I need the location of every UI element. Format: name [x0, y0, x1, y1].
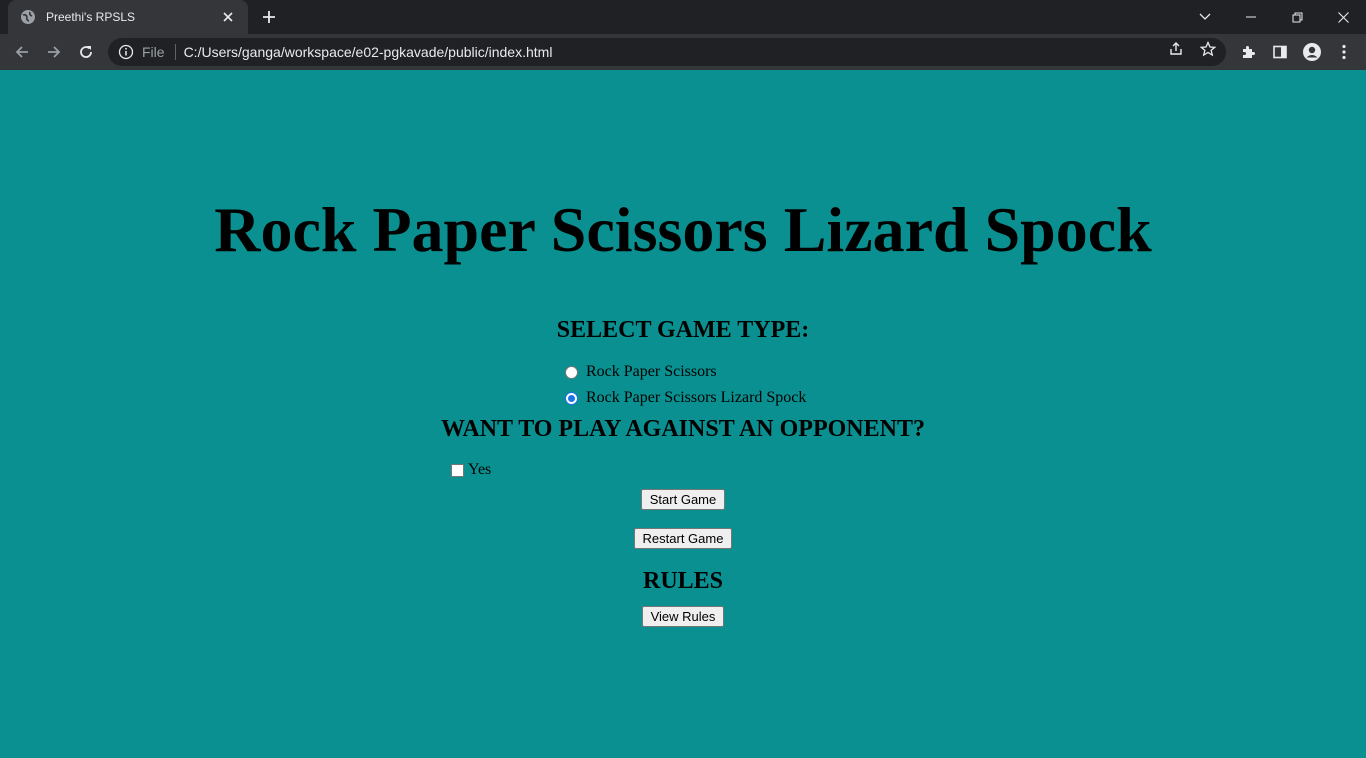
game-type-heading: SELECT GAME TYPE: [556, 317, 810, 343]
opponent-checkbox-label: Yes [468, 461, 492, 478]
restart-game-button[interactable]: Restart Game [634, 528, 732, 549]
browser-titlebar: Preethi's RPSLS [0, 0, 1366, 34]
star-icon[interactable] [1199, 40, 1217, 58]
radio-rps-label: Rock Paper Scissors [586, 363, 717, 380]
game-type-option-rps[interactable]: Rock Paper Scissors [565, 362, 717, 382]
minimize-icon[interactable] [1228, 0, 1274, 34]
radio-rpsls[interactable] [565, 391, 578, 405]
restore-icon[interactable] [1274, 0, 1320, 34]
arrow-left-icon[interactable] [10, 40, 34, 64]
rules-heading: RULES [642, 568, 724, 594]
info-icon[interactable] [118, 44, 134, 60]
browser-toolbar: File C:/Users/ganga/workspace/e02-pgkava… [0, 34, 1366, 70]
url-text[interactable]: C:/Users/ganga/workspace/e02-pgkavade/pu… [184, 44, 553, 60]
radio-rps[interactable] [565, 365, 578, 379]
puzzle-icon[interactable] [1238, 42, 1258, 62]
radio-rpsls-label: Rock Paper Scissors Lizard Spock [586, 389, 807, 406]
page-title: Rock Paper Scissors Lizard Spock [214, 194, 1152, 265]
omnibox-divider [174, 44, 176, 60]
tab-title: Preethi's RPSLS [46, 10, 135, 24]
profile-icon[interactable] [1302, 42, 1322, 62]
view-rules-button[interactable]: View Rules [642, 606, 724, 627]
start-game-button[interactable]: Start Game [641, 489, 725, 510]
page-content: Rock Paper Scissors Lizard Spock SELECT … [0, 70, 1366, 758]
opponent-option[interactable]: Yes [451, 460, 491, 480]
file-label: File [142, 44, 165, 60]
close-window-icon[interactable] [1320, 0, 1366, 34]
globe-icon [20, 9, 36, 25]
plus-icon[interactable] [260, 8, 278, 26]
arrow-right-icon[interactable] [42, 40, 66, 64]
opponent-heading: WANT TO PLAY AGAINST AN OPPONENT? [441, 416, 925, 442]
address-bar[interactable]: File C:/Users/ganga/workspace/e02-pgkava… [108, 38, 1226, 66]
chevron-down-icon[interactable] [1182, 0, 1228, 34]
close-icon[interactable] [220, 9, 236, 25]
side-panel-icon[interactable] [1270, 42, 1290, 62]
opponent-checkbox[interactable] [451, 463, 464, 477]
reload-icon[interactable] [74, 40, 98, 64]
browser-tab[interactable]: Preethi's RPSLS [8, 0, 248, 34]
game-type-option-rpsls[interactable]: Rock Paper Scissors Lizard Spock [565, 388, 806, 408]
share-icon[interactable] [1167, 40, 1185, 58]
kebab-menu-icon[interactable] [1334, 42, 1354, 62]
